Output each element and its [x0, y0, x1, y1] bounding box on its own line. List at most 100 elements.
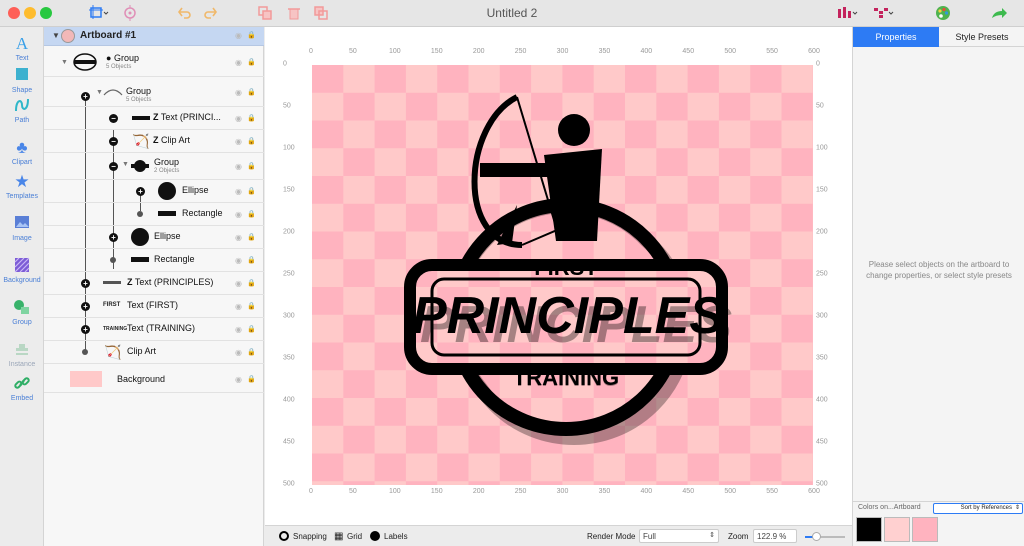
color-swatch-black[interactable]	[856, 517, 882, 542]
group-tool[interactable]: Group	[0, 299, 44, 326]
layer-group-small[interactable]: − ▼ Group 2 Objects ◉ 🔒	[44, 153, 264, 180]
image-tool[interactable]: Image	[0, 215, 44, 242]
clipart-tool[interactable]: ♣ Clipart	[0, 139, 44, 167]
lock-icon[interactable]: 🔒	[247, 114, 256, 122]
layer-text-principles[interactable]: + Z Text (PRINCIPLES) ◉ 🔒	[44, 272, 264, 295]
layer-group-inner[interactable]: + ▼ Group 5 Objects ◉ 🔒	[44, 77, 264, 107]
eye-icon[interactable]: ◉	[235, 58, 242, 67]
eye-icon[interactable]: ◉	[235, 162, 242, 171]
layer-text-training[interactable]: + TRAINING Text (TRAINING) ◉ 🔒	[44, 318, 264, 341]
text-thumbnail	[132, 116, 150, 120]
layer-group[interactable]: ▼ ● Group 5 Objects ◉ 🔒	[44, 47, 264, 77]
updown-chevron-icon: ⇕	[709, 532, 715, 539]
lock-icon[interactable]: 🔒	[247, 375, 256, 383]
color-swatch-pink[interactable]	[912, 517, 938, 542]
snapping-radio[interactable]	[279, 531, 289, 541]
layer-ellipse[interactable]: + Ellipse ◉ 🔒	[44, 180, 264, 203]
disclosure-triangle-icon[interactable]: ▼	[61, 59, 68, 66]
zoom-slider-thumb[interactable]	[812, 532, 821, 541]
lock-icon[interactable]: 🔒	[247, 348, 256, 356]
embed-tool[interactable]: Embed	[0, 375, 44, 402]
ruler-tick-label: 350	[283, 354, 295, 362]
ruler-tick-label: 300	[556, 48, 569, 55]
grid-icon[interactable]: ▦	[334, 531, 343, 542]
background-tool[interactable]: Background	[0, 257, 44, 284]
layer-text-first[interactable]: + FIRST Text (FIRST) ◉ 🔒	[44, 295, 264, 318]
lock-icon[interactable]: 🔒	[247, 233, 256, 241]
distribute-icon[interactable]	[872, 4, 896, 22]
expand-icon[interactable]: +	[81, 92, 90, 101]
eye-icon[interactable]: ◉	[235, 348, 242, 357]
ruler-tick-label: 200	[816, 228, 828, 236]
eye-icon[interactable]: ◉	[235, 88, 242, 97]
disclosure-triangle-icon[interactable]: ▼	[122, 161, 129, 168]
eye-icon[interactable]: ◉	[235, 187, 242, 196]
lock-icon[interactable]: 🔒	[247, 187, 256, 195]
labels-toggle[interactable]	[370, 531, 380, 541]
share-icon[interactable]	[990, 4, 1008, 22]
layer-rectangle-2[interactable]: Rectangle ◉ 🔒	[44, 249, 264, 272]
lock-icon[interactable]: 🔒	[247, 210, 256, 218]
text-tool[interactable]: A Text	[0, 35, 44, 63]
layer-rectangle[interactable]: Rectangle ◉ 🔒	[44, 203, 264, 226]
expand-icon[interactable]: +	[81, 302, 90, 311]
ruler-tick-label: 150	[283, 186, 295, 194]
eye-icon[interactable]: ◉	[235, 256, 242, 265]
layer-artboard[interactable]: ▼ Artboard #1 ◉ 🔒	[44, 27, 264, 46]
layer-text-principles-inner[interactable]: − Z Text (PRINCI... ◉ 🔒	[44, 107, 264, 130]
eye-icon[interactable]: ◉	[235, 279, 242, 288]
collapse-icon[interactable]: −	[109, 162, 118, 171]
eye-icon[interactable]: ◉	[235, 31, 242, 40]
labels-label: Labels	[384, 532, 408, 541]
lock-icon[interactable]: 🔒	[247, 256, 256, 264]
layer-background[interactable]: Background ◉ 🔒	[44, 367, 264, 393]
palette-icon[interactable]	[934, 4, 952, 22]
layer-clip-art[interactable]: − 🏹 Z Clip Art ◉ 🔒	[44, 130, 264, 153]
collapse-icon[interactable]: −	[109, 114, 118, 123]
zoom-field[interactable]: 122.9 %	[753, 529, 797, 543]
path-tool[interactable]: Path	[0, 97, 44, 124]
lock-icon[interactable]: 🔒	[247, 325, 256, 333]
sort-select[interactable]: Sort by References ⇕	[933, 503, 1023, 514]
eye-icon[interactable]: ◉	[235, 210, 242, 219]
eye-icon[interactable]: ◉	[235, 325, 242, 334]
tab-properties[interactable]: Properties	[853, 27, 939, 47]
align-icon[interactable]	[836, 4, 860, 22]
artboard-canvas[interactable]: FIRST PRINCIPLES PRINCIPLES TRAINING TRA…	[312, 65, 813, 485]
lock-icon[interactable]: 🔒	[247, 88, 256, 96]
layer-ellipse-2[interactable]: + Ellipse ◉ 🔒	[44, 226, 264, 249]
ruler-tick-label: 300	[556, 488, 569, 495]
lock-icon[interactable]: 🔒	[247, 31, 256, 39]
ruler-tick-label: 50	[349, 48, 357, 55]
instance-tool[interactable]: Instance	[0, 341, 44, 368]
expand-icon[interactable]: +	[81, 279, 90, 288]
expand-icon[interactable]: +	[109, 233, 118, 242]
eye-icon[interactable]: ◉	[235, 302, 242, 311]
expand-icon[interactable]: +	[136, 187, 145, 196]
collapse-icon[interactable]: −	[109, 137, 118, 146]
layer-clip-art-2[interactable]: 🏹 Clip Art ◉ 🔒	[44, 341, 264, 364]
expand-icon[interactable]: +	[81, 325, 90, 334]
eye-icon[interactable]: ◉	[235, 114, 242, 123]
ruler-tick-label: 500	[816, 480, 828, 488]
eye-icon[interactable]: ◉	[235, 137, 242, 146]
disclosure-triangle-icon[interactable]: ▼	[52, 31, 60, 40]
colors-label: Colors on...Artboard	[858, 504, 921, 511]
eye-icon[interactable]: ◉	[235, 375, 242, 384]
lock-icon[interactable]: 🔒	[247, 279, 256, 287]
lock-icon[interactable]: 🔒	[247, 137, 256, 145]
render-mode-select[interactable]: Full ⇕	[639, 529, 719, 543]
eye-icon[interactable]: ◉	[235, 233, 242, 242]
group-thumbnail	[130, 157, 150, 175]
shape-tool[interactable]: Shape	[0, 67, 44, 94]
lock-icon[interactable]: 🔒	[247, 58, 256, 66]
tab-style-presets[interactable]: Style Presets	[939, 27, 1024, 47]
ruler-tick-label: 450	[816, 438, 828, 446]
lock-icon[interactable]: 🔒	[247, 162, 256, 170]
lock-icon[interactable]: 🔒	[247, 302, 256, 310]
templates-tool[interactable]: ★ Templates	[0, 173, 44, 201]
ruler-tick-label: 400	[283, 396, 295, 404]
tree-node-icon	[110, 257, 116, 263]
color-swatch-light-pink[interactable]	[884, 517, 910, 542]
ruler-tick-label: 0	[816, 60, 820, 68]
